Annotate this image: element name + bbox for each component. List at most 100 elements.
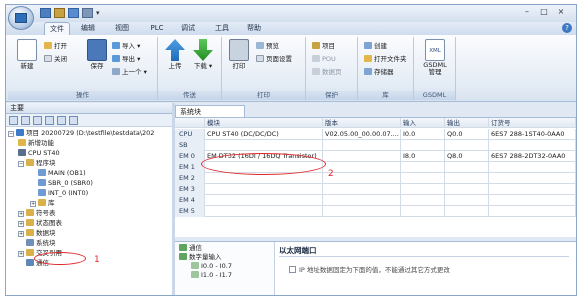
expand-icon[interactable]: +: [18, 251, 24, 257]
fixed-ip-checkbox[interactable]: IP 地址数据固定为下面的值，不能通过其它方式更改: [289, 264, 450, 274]
column-header[interactable]: 模块: [205, 118, 323, 128]
tab-plc[interactable]: PLC: [146, 22, 168, 35]
expand-icon[interactable]: +: [18, 231, 24, 237]
tree-item-sbr0[interactable]: SBR_0 (SBR0): [38, 179, 93, 188]
close-button[interactable]: 关闭: [44, 54, 67, 64]
table-cell[interactable]: [205, 206, 323, 217]
memory-button[interactable]: 存储器: [364, 67, 394, 77]
table-row[interactable]: EM 3: [175, 184, 576, 195]
tab-debug[interactable]: 调试: [176, 22, 200, 35]
expand-icon[interactable]: +: [18, 221, 24, 227]
tab-help[interactable]: 帮助: [242, 22, 266, 35]
open-label: 打开: [54, 42, 67, 50]
preview-button[interactable]: 预览: [256, 41, 279, 51]
table-row[interactable]: EM 2: [175, 173, 576, 184]
tree-item-new-features[interactable]: 新增功能: [18, 139, 54, 148]
quick-save-icon[interactable]: [68, 8, 79, 18]
page-setup-button[interactable]: 页面设置: [256, 54, 292, 64]
tree-item-system-block[interactable]: 系统块: [26, 239, 56, 248]
tree-item-label: SBR_0 (SBR0): [48, 179, 93, 187]
quick-new-icon[interactable]: [40, 8, 51, 18]
collapse-icon[interactable]: −: [8, 131, 14, 137]
close-icon[interactable]: ×: [554, 7, 568, 18]
datapage-protect-button[interactable]: 数据页: [312, 67, 342, 77]
new-button[interactable]: 新建: [14, 39, 40, 70]
download-button[interactable]: 下载 ▾: [190, 39, 216, 70]
pou-protect-button[interactable]: POU: [312, 54, 336, 64]
table-row[interactable]: SB: [175, 140, 576, 151]
open-button[interactable]: 打开: [44, 41, 67, 51]
tree-tool-4-icon[interactable]: [45, 116, 54, 125]
tree-tool-2-icon[interactable]: [21, 116, 30, 125]
column-header[interactable]: [175, 118, 205, 128]
project-protect-button[interactable]: 项目: [312, 41, 335, 51]
nav-item-communication[interactable]: 通信: [179, 244, 202, 253]
table-cell[interactable]: [205, 184, 323, 195]
tree-item-program-block[interactable]: − 程序块: [18, 159, 56, 168]
tree-item-status-chart[interactable]: + 状态图表: [18, 219, 62, 228]
minimize-icon[interactable]: –: [520, 7, 534, 18]
table-cell[interactable]: [205, 140, 323, 151]
table-row[interactable]: EM 5: [175, 206, 576, 217]
table-row[interactable]: EM 4: [175, 195, 576, 206]
nav-item-digital-input[interactable]: 数字量输入: [179, 253, 222, 262]
expand-icon[interactable]: +: [18, 211, 24, 217]
nav-item-i1[interactable]: I1.0 - I1.7: [191, 271, 232, 280]
annotation-oval-system-block: [34, 252, 86, 265]
tree-tool-6-icon[interactable]: [69, 116, 78, 125]
page-setup-label: 页面设置: [266, 55, 292, 63]
table-row[interactable]: CPU CPU ST40 (DC/DC/DC) V02.05.00_00.00.07…: [175, 129, 576, 140]
nav-bullet-icon: [179, 253, 187, 260]
collapse-icon[interactable]: −: [18, 161, 24, 167]
tree-tool-3-icon[interactable]: [33, 116, 42, 125]
column-header[interactable]: 版本: [323, 118, 401, 128]
upload-button[interactable]: 上传: [162, 39, 188, 70]
quick-open-icon[interactable]: [54, 8, 65, 18]
close-doc-icon: [44, 55, 52, 62]
export-button[interactable]: 导出 ▾: [112, 54, 140, 64]
table-cell: [489, 184, 576, 195]
tree-item-project[interactable]: − 项目 20200729 (D:\testfile\testdata\202: [8, 129, 154, 138]
document-tab-system-block[interactable]: 系统块: [175, 105, 245, 117]
quick-print-icon[interactable]: [82, 8, 93, 18]
table-cell: [323, 140, 401, 151]
tree-tool-1-icon[interactable]: [9, 116, 18, 125]
tree-item-library[interactable]: + 库: [30, 199, 55, 208]
column-header[interactable]: 输出: [445, 118, 489, 128]
expand-icon[interactable]: +: [30, 201, 36, 207]
tree-item-int0[interactable]: INT_0 (INT0): [38, 189, 88, 198]
help-icon[interactable]: ?: [562, 23, 572, 33]
create-library-button[interactable]: 创建: [364, 41, 387, 51]
quick-access-dropdown-icon[interactable]: ▾: [96, 9, 100, 17]
nav-item-i0[interactable]: I0.0 - I0.7: [191, 262, 232, 271]
open-folder-button[interactable]: 打开文件夹: [364, 54, 407, 64]
application-menu-button[interactable]: [8, 6, 34, 30]
save-button[interactable]: 保存: [84, 39, 110, 70]
tree-item-symbol-table[interactable]: + 符号表: [18, 209, 56, 218]
folder-open-icon: [44, 42, 52, 49]
previous-button[interactable]: 上一个 ▾: [112, 67, 147, 77]
print-button[interactable]: 打印: [226, 39, 252, 70]
tree-tool-5-icon[interactable]: [57, 116, 66, 125]
column-header[interactable]: 订货号: [489, 118, 576, 128]
tab-tools[interactable]: 工具: [210, 22, 234, 35]
group-gsdml: XML GSDML 管理 GSDML: [414, 37, 456, 100]
table-cell: [323, 206, 401, 217]
import-button[interactable]: 导入 ▾: [112, 41, 140, 51]
tree-item-main[interactable]: MAIN (OB1): [38, 169, 86, 178]
tab-file[interactable]: 文件: [44, 22, 70, 35]
table-cell[interactable]: CPU ST40 (DC/DC/DC): [205, 129, 323, 140]
tab-view[interactable]: 视图: [110, 22, 134, 35]
tree-item-label: 数据块: [36, 229, 56, 237]
ribbon: 新建 打开 关闭 保存 导入 ▾ 导出 ▾ 上一个 ▾ 操作 上传 下载 ▾ 传…: [6, 35, 576, 102]
slot-label: SB: [175, 140, 205, 151]
tab-edit[interactable]: 编辑: [76, 22, 100, 35]
tree-item-cpu[interactable]: CPU ST40: [18, 149, 60, 158]
checkbox-box[interactable]: [289, 266, 296, 273]
tree-item-data-block[interactable]: + 数据块: [18, 229, 56, 238]
column-header[interactable]: 输入: [401, 118, 445, 128]
gsdml-manage-button[interactable]: XML GSDML 管理: [422, 39, 448, 76]
maximize-icon[interactable]: □: [537, 7, 551, 18]
table-cell[interactable]: [205, 195, 323, 206]
project-tree: − 项目 20200729 (D:\testfile\testdata\202 新…: [6, 127, 172, 295]
